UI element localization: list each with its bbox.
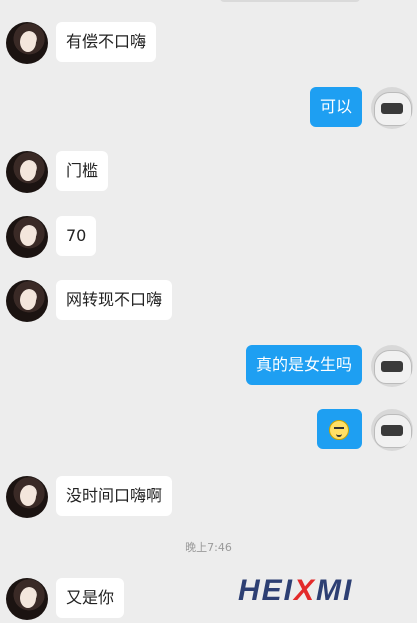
- message-bubble[interactable]: 70: [56, 216, 97, 256]
- message-bubble[interactable]: [317, 409, 362, 449]
- contact-avatar[interactable]: [6, 151, 48, 193]
- message-bubble[interactable]: 没时间口嗨啊: [56, 476, 173, 516]
- contact-avatar[interactable]: [6, 280, 48, 322]
- smile-emoji-icon: [329, 419, 349, 440]
- message-bubble[interactable]: 网转现不口嗨: [56, 280, 173, 320]
- timestamp: 晚上7:46: [185, 541, 232, 554]
- contact-avatar[interactable]: [6, 216, 48, 258]
- contact-avatar[interactable]: [6, 22, 48, 64]
- watermark-part: X: [294, 574, 317, 607]
- user-avatar[interactable]: [371, 87, 413, 129]
- message-bubble[interactable]: 门槛: [56, 151, 109, 191]
- message-bubble[interactable]: 真的是女生吗: [245, 345, 362, 385]
- watermark-logo: HEIXMI: [238, 574, 353, 608]
- user-avatar[interactable]: [371, 345, 413, 387]
- user-avatar[interactable]: [371, 409, 413, 451]
- watermark-part: MI: [316, 574, 354, 607]
- contact-avatar[interactable]: [6, 578, 48, 620]
- message-bubble[interactable]: 可以: [309, 87, 362, 127]
- previous-message-fragment: [220, 0, 360, 2]
- watermark-part: HEI: [238, 574, 295, 607]
- contact-avatar[interactable]: [6, 476, 48, 518]
- message-bubble[interactable]: 有偿不口嗨: [56, 22, 157, 62]
- message-bubble[interactable]: 又是你: [56, 578, 125, 618]
